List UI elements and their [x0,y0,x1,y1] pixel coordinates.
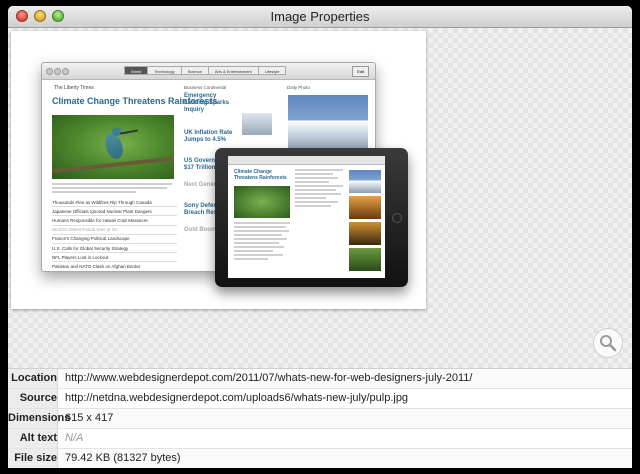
property-row-dimensions: Dimensions 615 x 417 [8,409,632,429]
section-label: Daily Photo [287,85,311,90]
home-button-icon [392,213,402,223]
desktop-tab: Technology [148,66,182,75]
branch-shape [52,156,174,174]
tablet-screen: Climate Change Threatens Rainforests [228,156,385,278]
list-item: France's Changing Political Landscape [52,235,177,244]
headline-list: Thousands Flee as Wildfires Rip Through … [52,198,177,271]
tablet-tree-photo [349,222,381,245]
daily-photo-column: Daily Photo [287,85,367,93]
property-label: File size [8,449,58,468]
property-row-location: Location http://www.webdesignerdepot.com… [8,369,632,389]
list-item: World's Oldest Panda Dies at 25 [52,226,177,235]
bird-beak-shape [119,129,139,135]
desktop-tab: Lifestyle [258,66,287,75]
list-item: Humans Responsible for Hawaii Crab Massa… [52,216,177,226]
property-row-source: Source http://netdna.webdesignerdepot.co… [8,389,632,409]
image-preview-area[interactable]: World Technology Science Arts & Entertai… [8,28,632,368]
desktop-tabs: World Technology Science Arts & Entertai… [124,66,287,75]
masthead: The Liberty Times [54,85,94,91]
tablet-toolbar [228,156,385,165]
properties-table: Location http://www.webdesignerdepot.com… [8,368,632,468]
tablet-mountain-photo [349,170,381,193]
dot-icon [62,68,69,75]
mountain-photo [288,95,368,151]
property-value-source[interactable]: http://netdna.webdesignerdepot.com/uploa… [65,389,408,408]
list-item: Pakistan and NATO Clash on Afghan Border [52,262,177,271]
tablet-mock: Climate Change Threatens Rainforests [215,148,408,287]
property-value-file-size: 79.42 KB (81327 bytes) [65,452,181,464]
tablet-bird-photo [234,186,290,218]
body-text-lines [52,183,172,195]
zoom-image-button[interactable] [593,328,623,358]
tablet-headline: Climate Change Threatens Rainforests [234,169,287,181]
property-value-dimensions: 615 x 417 [65,412,114,424]
tablet-text-lines [234,222,290,262]
section-label: Business Continental [184,85,227,90]
dot-icon [54,68,61,75]
list-item: NFL Players Lost in Lockout [52,253,177,263]
tablet-sunset-photo [349,196,381,219]
image-properties-window: Image Properties World Technology Scienc… [8,6,632,468]
property-label: Source [8,389,58,408]
tablet-photo-column [349,170,381,274]
window-title: Image Properties [270,9,370,24]
property-label: Location [8,369,58,388]
desktop-tab: Arts & Entertainment [208,66,259,75]
column-headline: UK Inflation Rate Jumps to 4.5% [184,130,233,143]
column-headline: Emergency Landing Sparks Inquiry [184,93,230,113]
desktop-edit-button: Edit [352,66,369,77]
plane-thumbnail [242,113,272,135]
hummingbird-photo [52,115,174,179]
property-value-alt-text: N/A [65,432,84,444]
tablet-column [295,169,343,209]
preview-image: World Technology Science Arts & Entertai… [11,31,426,309]
magnifier-icon [600,335,617,352]
dot-icon [46,68,53,75]
property-label: Alt text [8,429,58,448]
desktop-tab: World [124,66,149,75]
title-bar[interactable]: Image Properties [8,6,632,28]
desktop-tab: Science [181,66,209,75]
property-label: Dimensions [8,409,70,428]
property-row-alt-text: Alt text N/A [8,429,632,449]
list-item: Japanese Officials Ignored Nuclear Plant… [52,207,177,217]
list-item: U.S. Calls for Global Security Strategy [52,244,177,254]
property-row-file-size: File size 79.42 KB (81327 bytes) [8,449,632,468]
tablet-forest-photo [349,248,381,271]
desktop-toolbar: World Technology Science Arts & Entertai… [42,63,375,80]
list-item: Thousands Flee as Wildfires Rip Through … [52,198,177,208]
property-value-location[interactable]: http://www.webdesignerdepot.com/2011/07/… [65,369,472,388]
